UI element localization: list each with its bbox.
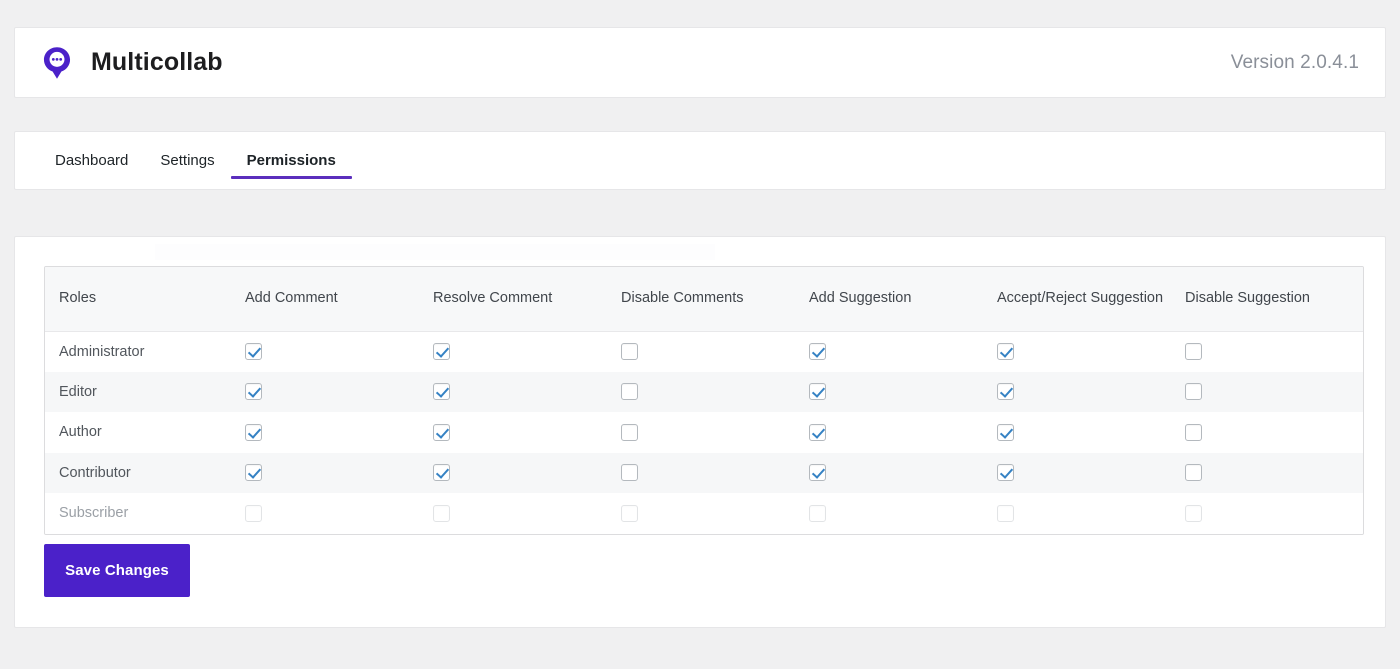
permission-cell	[433, 493, 621, 534]
column-header-add-comment: Add Comment	[245, 267, 433, 332]
checkbox-disable-comments[interactable]	[621, 343, 638, 360]
permission-cell	[1185, 372, 1363, 413]
permission-cell	[433, 372, 621, 413]
role-name-cell: Subscriber	[59, 505, 129, 522]
permission-cell	[433, 412, 621, 453]
checkbox-add-suggestion[interactable]	[809, 423, 826, 441]
column-header-add-suggestion: Add Suggestion	[809, 267, 997, 332]
permissions-table-wrapper: Roles Add Comment Resolve Comment Disabl…	[44, 266, 1364, 535]
tab-bar: Dashboard Settings Permissions	[14, 131, 1386, 190]
permission-cell	[245, 493, 433, 534]
role-name-cell: Contributor	[59, 464, 131, 481]
permission-cell	[809, 412, 997, 453]
checkbox-disable-comments	[621, 504, 638, 522]
speech-bubble-pin-icon	[43, 46, 71, 79]
permission-cell	[1185, 412, 1363, 453]
checkbox-accept-reject-suggestion[interactable]	[997, 423, 1014, 441]
column-header-disable-suggestion: Disable Suggestion	[1185, 267, 1363, 332]
admin-page: Multicollab Version 2.0.4.1 Dashboard Se…	[0, 0, 1400, 669]
permission-cell	[997, 453, 1185, 494]
checkbox-disable-suggestion[interactable]	[1185, 383, 1202, 401]
checkbox-accept-reject-suggestion	[997, 504, 1014, 522]
table-header: Roles Add Comment Resolve Comment Disabl…	[45, 267, 1363, 332]
checkbox-add-comment[interactable]	[245, 423, 262, 441]
tab-settings[interactable]: Settings	[144, 132, 230, 189]
permission-cell	[245, 453, 433, 494]
permission-cell	[621, 493, 809, 534]
permission-cell	[621, 453, 809, 494]
permission-cell	[809, 493, 997, 534]
checkbox-add-suggestion[interactable]	[809, 343, 826, 360]
permission-cell	[245, 372, 433, 413]
permission-cell	[1185, 453, 1363, 494]
tab-permissions[interactable]: Permissions	[230, 132, 353, 189]
permission-cell	[621, 331, 809, 372]
column-header-disable-comments: Disable Comments	[621, 267, 809, 332]
column-header-accept-reject-suggestion: Accept/Reject Suggestion	[997, 267, 1185, 332]
version-label: Version 2.0.4.1	[1230, 51, 1359, 73]
permission-cell	[997, 412, 1185, 453]
checkbox-disable-suggestion[interactable]	[1185, 343, 1202, 360]
permission-cell	[1185, 331, 1363, 372]
brand: Multicollab	[39, 45, 223, 81]
checkbox-add-suggestion[interactable]	[809, 383, 826, 401]
save-changes-button[interactable]: Save Changes	[44, 544, 190, 597]
permission-cell	[245, 331, 433, 372]
checkbox-add-comment	[245, 504, 262, 522]
table-row: Contributor	[45, 452, 1363, 494]
permissions-table: Roles Add Comment Resolve Comment Disabl…	[45, 267, 1363, 534]
checkbox-resolve-comment[interactable]	[433, 383, 450, 401]
role-name-cell: Editor	[59, 383, 97, 400]
checkbox-resolve-comment[interactable]	[433, 423, 450, 441]
checkbox-accept-reject-suggestion[interactable]	[997, 383, 1014, 401]
permission-cell	[809, 372, 997, 413]
checkbox-add-comment[interactable]	[245, 383, 262, 401]
tab-dashboard[interactable]: Dashboard	[39, 132, 144, 189]
table-row: Subscriber	[45, 493, 1363, 534]
role-name-cell: Administrator	[59, 343, 145, 360]
permission-cell	[433, 453, 621, 494]
table-body: Administrator Editor Author Contributor Subs…	[45, 331, 1363, 534]
checkbox-disable-suggestion	[1185, 504, 1202, 522]
checkbox-add-comment[interactable]	[245, 464, 262, 482]
permission-cell	[809, 453, 997, 494]
permission-cell	[997, 493, 1185, 534]
brand-title: Multicollab	[91, 48, 223, 76]
permission-cell	[997, 331, 1185, 372]
column-header-resolve-comment: Resolve Comment	[433, 267, 621, 332]
permission-cell	[245, 412, 433, 453]
checkbox-disable-suggestion[interactable]	[1185, 464, 1202, 482]
permission-cell	[809, 331, 997, 372]
checkbox-resolve-comment	[433, 504, 450, 522]
checkbox-add-suggestion	[809, 504, 826, 522]
checkbox-resolve-comment[interactable]	[433, 464, 450, 482]
checkbox-disable-suggestion[interactable]	[1185, 423, 1202, 441]
permission-cell	[997, 372, 1185, 413]
checkbox-accept-reject-suggestion[interactable]	[997, 464, 1014, 482]
checkbox-disable-comments[interactable]	[621, 383, 638, 401]
notice-placeholder	[155, 244, 715, 260]
table-row: Administrator	[45, 331, 1363, 372]
column-header-roles: Roles	[45, 267, 245, 332]
checkbox-disable-comments[interactable]	[621, 464, 638, 482]
checkbox-disable-comments[interactable]	[621, 423, 638, 441]
permission-cell	[433, 331, 621, 372]
permission-cell	[621, 372, 809, 413]
table-row: Author	[45, 412, 1363, 453]
permission-cell	[1185, 493, 1363, 534]
table-header-row: Roles Add Comment Resolve Comment Disabl…	[45, 267, 1363, 332]
checkbox-resolve-comment[interactable]	[433, 343, 450, 360]
permission-cell	[621, 412, 809, 453]
checkbox-add-suggestion[interactable]	[809, 464, 826, 482]
table-row: Editor	[45, 371, 1363, 413]
plugin-header: Multicollab Version 2.0.4.1	[14, 27, 1386, 98]
checkbox-accept-reject-suggestion[interactable]	[997, 343, 1014, 360]
checkbox-add-comment[interactable]	[245, 343, 262, 360]
role-name-cell: Author	[59, 424, 102, 441]
permissions-panel: Roles Add Comment Resolve Comment Disabl…	[14, 236, 1386, 628]
